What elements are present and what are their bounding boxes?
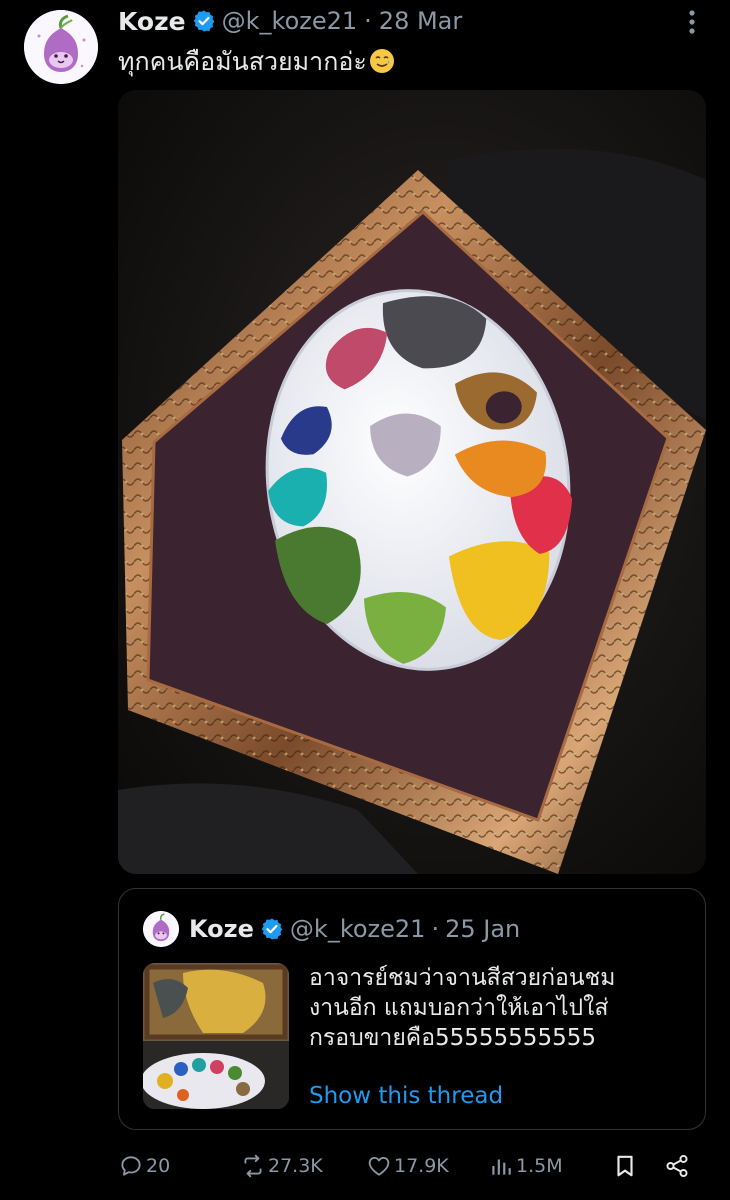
more-vertical-icon (689, 10, 695, 34)
quoted-text-line: งานอีก แถมบอกว่าให้เอาไปใส่ (309, 995, 609, 1021)
painting-and-palette-thumbnail (143, 963, 289, 1109)
like-count: 17.9K (394, 1155, 449, 1177)
quoted-tweet-thumbnail[interactable] (143, 963, 289, 1109)
heart-icon (368, 1156, 390, 1176)
bookmark-button[interactable] (612, 1148, 640, 1184)
repost-icon (244, 1154, 262, 1178)
quoted-author-name[interactable]: Koze (189, 915, 254, 943)
onion-mascot-icon (143, 911, 179, 947)
author-name[interactable]: Koze (118, 7, 186, 36)
quoted-author-avatar[interactable] (143, 911, 179, 947)
repost-button[interactable]: 27.3K (240, 1148, 323, 1184)
views-button[interactable]: 1.5M (488, 1148, 563, 1184)
separator-dot: · (431, 915, 440, 943)
verified-badge-icon (193, 10, 214, 32)
verified-badge-icon (261, 918, 283, 940)
tweet-text: ทุกคนคือมันสวยมากอ่ะ (118, 42, 395, 82)
share-icon (666, 1154, 688, 1178)
quoted-tweet-card[interactable]: Koze @k_koze21 · 25 Jan อาจารย์ชมว่าจานส (118, 888, 706, 1130)
more-options-button[interactable] (672, 8, 712, 36)
quoted-tweet-header: Koze @k_koze21 · 25 Jan (189, 911, 520, 947)
tweet-date[interactable]: 28 Mar (379, 7, 462, 35)
reply-icon (121, 1156, 141, 1176)
author-handle[interactable]: @k_koze21 (222, 7, 358, 35)
onion-mascot-icon (24, 10, 98, 84)
reply-button[interactable]: 20 (118, 1148, 170, 1184)
views-count: 1.5M (516, 1155, 563, 1177)
quoted-author-handle[interactable]: @k_koze21 (290, 915, 426, 943)
quoted-text-line: กรอบขายคือ55555555555 (309, 1025, 596, 1051)
palette-frame-photo (118, 90, 706, 874)
tweet-header: Koze @k_koze21 · 28 Mar (118, 4, 462, 38)
quoted-text-line: อาจารย์ชมว่าจานสีสวยก่อนชม (309, 965, 616, 991)
tweet-action-bar: 20 27.3K 17.9K 1.5M (118, 1148, 718, 1184)
separator-dot: · (364, 7, 372, 35)
bookmark-icon (617, 1155, 633, 1177)
repost-count: 27.3K (268, 1155, 323, 1177)
author-avatar[interactable] (24, 10, 98, 84)
reply-count: 20 (146, 1155, 171, 1177)
quoted-tweet-date[interactable]: 25 Jan (445, 915, 520, 943)
share-button[interactable] (664, 1148, 692, 1184)
show-thread-link[interactable]: Show this thread (309, 1083, 503, 1109)
smiling-face-with-tear-icon (369, 49, 394, 73)
tweet-media-photo[interactable] (118, 90, 706, 874)
views-chart-icon (492, 1159, 511, 1175)
like-button[interactable]: 17.9K (366, 1148, 449, 1184)
tweet-text-content: ทุกคนคือมันสวยมากอ่ะ (118, 47, 367, 76)
quoted-tweet-text: อาจารย์ชมว่าจานสีสวยก่อนชม งานอีก แถมบอก… (309, 963, 689, 1053)
